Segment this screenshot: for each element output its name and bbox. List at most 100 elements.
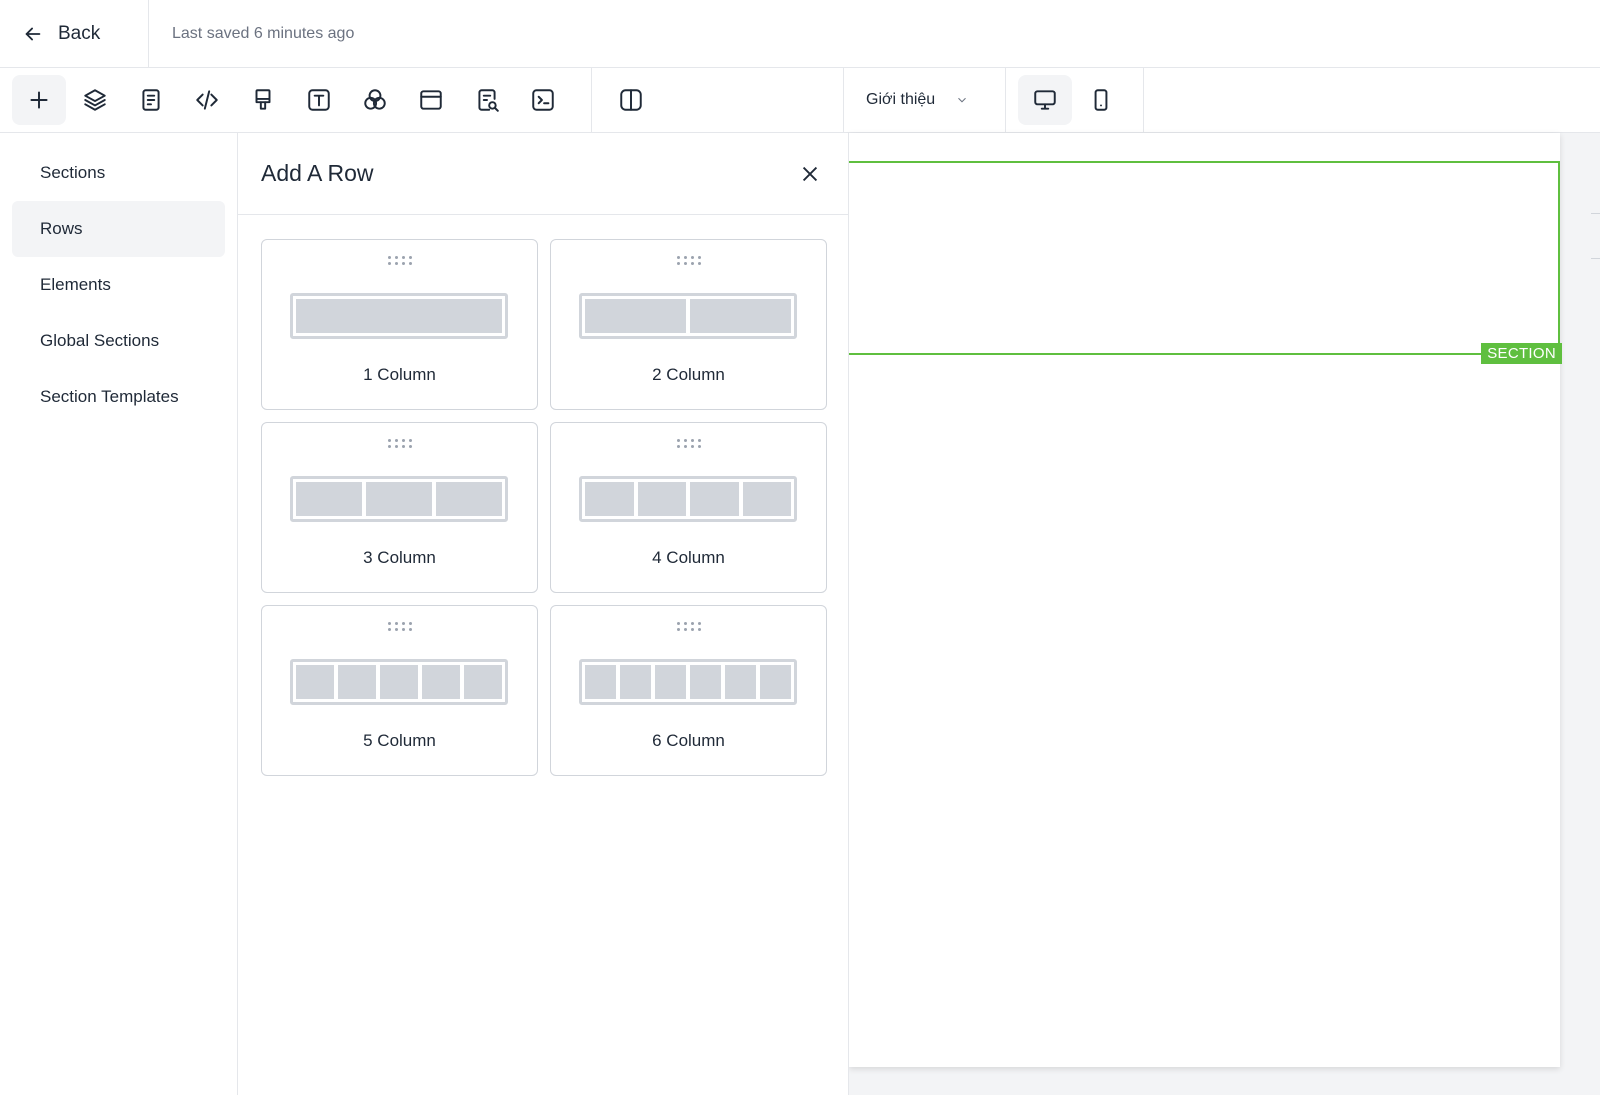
row-option-label: 4 Column — [652, 548, 725, 567]
nav-item-global-sections[interactable]: Global Sections — [12, 313, 225, 369]
page-select[interactable]: Giới thiệu — [866, 68, 969, 132]
panel-title: Add A Row — [261, 160, 374, 186]
row-option-card[interactable]: 6 Column — [550, 605, 827, 776]
back-button[interactable]: Back — [0, 0, 149, 68]
row-option-card[interactable]: 3 Column — [261, 422, 538, 593]
section-tag[interactable]: SECTION — [1481, 343, 1562, 364]
toolbar-divider — [1005, 68, 1006, 132]
row-option-card[interactable]: 2 Column — [550, 239, 827, 410]
scripts-tool-button[interactable] — [516, 75, 570, 125]
nav-item-label: Section Templates — [40, 387, 179, 406]
canvas-page[interactable]: SECTION — [849, 133, 1562, 1067]
column-preview — [290, 293, 508, 339]
code-icon — [196, 90, 218, 110]
column-preview — [579, 659, 797, 705]
toolbar-divider — [1143, 68, 1144, 132]
nav-item-section-templates[interactable]: Section Templates — [12, 369, 225, 425]
column-block — [338, 665, 376, 699]
row-option-label: 2 Column — [652, 365, 725, 384]
toolbar-divider — [843, 68, 844, 132]
editor-canvas: SECTION — [849, 133, 1600, 1095]
column-block — [585, 299, 686, 333]
colors-tool-button[interactable] — [348, 75, 402, 125]
paint-brush-icon — [255, 89, 271, 110]
column-block — [436, 482, 502, 516]
canvas-guide-line — [1591, 213, 1600, 214]
drag-handle-icon[interactable] — [676, 256, 701, 265]
column-block — [296, 665, 334, 699]
seo-tool-button[interactable] — [460, 75, 514, 125]
pages-tool-button[interactable] — [124, 75, 178, 125]
add-row-panel: Add A Row 1 Column 2 Column 3 Column 4 Colu… — [238, 133, 849, 1095]
column-block — [742, 482, 791, 516]
column-block — [690, 665, 721, 699]
layers-tool-button[interactable] — [68, 75, 122, 125]
close-icon — [802, 166, 818, 181]
terminal-icon — [532, 89, 554, 111]
styles-tool-button[interactable] — [236, 75, 290, 125]
add-menu-nav: Sections Rows Elements Global Sections S… — [0, 133, 238, 1095]
column-block — [296, 482, 362, 516]
split-view-button[interactable] — [604, 75, 658, 125]
column-block — [655, 665, 686, 699]
nav-item-elements[interactable]: Elements — [12, 257, 225, 313]
arrow-left-icon — [25, 27, 41, 40]
canvas-guide-line — [1591, 258, 1600, 259]
column-block — [585, 665, 616, 699]
column-block — [366, 482, 432, 516]
code-tool-button[interactable] — [180, 75, 234, 125]
panel-header: Add A Row — [238, 133, 848, 215]
toolbar: Giới thiệu — [0, 68, 1600, 133]
row-option-label: 6 Column — [652, 731, 725, 750]
column-preview — [579, 476, 797, 522]
drag-handle-icon[interactable] — [676, 622, 701, 631]
drag-handle-icon[interactable] — [387, 622, 412, 631]
drag-handle-icon[interactable] — [387, 439, 412, 448]
column-block — [637, 482, 686, 516]
selected-section[interactable]: SECTION — [849, 161, 1562, 364]
split-view-icon — [620, 89, 642, 111]
layers-icon — [84, 89, 106, 111]
chevron-down-icon — [958, 97, 967, 103]
desktop-icon — [1034, 90, 1056, 110]
row-option-label: 3 Column — [363, 548, 436, 567]
desktop-view-button[interactable] — [1018, 75, 1072, 125]
nav-item-label: Elements — [40, 275, 111, 294]
nav-item-label: Global Sections — [40, 331, 160, 350]
nav-item-sections[interactable]: Sections — [12, 145, 225, 201]
column-block — [422, 665, 460, 699]
mobile-icon — [1094, 89, 1108, 111]
close-button[interactable] — [796, 160, 824, 188]
top-bar: Back Last saved 6 minutes ago — [0, 0, 1600, 68]
column-block — [464, 665, 502, 699]
row-option-label: 5 Column — [363, 731, 436, 750]
save-status: Last saved 6 minutes ago — [172, 24, 355, 42]
row-option-label: 1 Column — [363, 365, 436, 384]
column-block — [690, 482, 739, 516]
drag-handle-icon[interactable] — [387, 256, 412, 265]
page-icon — [142, 89, 160, 111]
layout-tool-button[interactable] — [404, 75, 458, 125]
row-option-card[interactable]: 5 Column — [261, 605, 538, 776]
column-block — [725, 665, 756, 699]
column-block — [380, 665, 418, 699]
mobile-view-button[interactable] — [1074, 75, 1128, 125]
search-document-icon — [478, 89, 499, 112]
text-icon — [308, 89, 330, 111]
nav-item-label: Sections — [40, 163, 106, 182]
nav-item-label: Rows — [40, 219, 83, 238]
row-option-card[interactable]: 1 Column — [261, 239, 538, 410]
typography-tool-button[interactable] — [292, 75, 346, 125]
toolbar-divider — [591, 68, 592, 132]
drag-handle-icon[interactable] — [676, 439, 701, 448]
nav-item-rows[interactable]: Rows — [12, 201, 225, 257]
column-block — [690, 299, 791, 333]
row-option-card[interactable]: 4 Column — [550, 422, 827, 593]
add-tool-button[interactable] — [12, 75, 66, 125]
column-preview — [579, 293, 797, 339]
color-circles-icon — [364, 89, 386, 110]
plus-icon — [30, 91, 48, 109]
page-select-value: Giới thiệu — [866, 91, 936, 108]
column-block — [760, 665, 791, 699]
back-label: Back — [58, 22, 101, 44]
